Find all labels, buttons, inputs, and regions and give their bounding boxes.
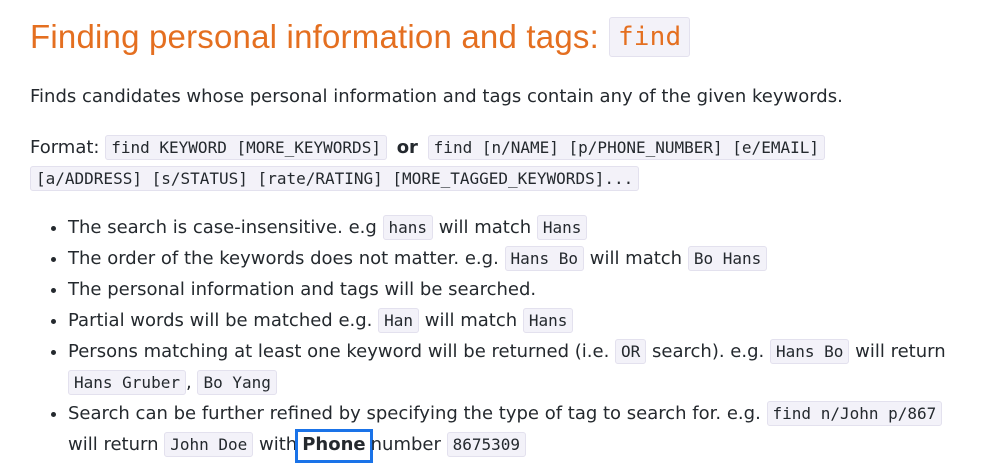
bullet-text: Persons matching at least one keyword wi… bbox=[68, 341, 610, 362]
format-code-1: find KEYWORD [MORE_KEYWORDS] bbox=[105, 135, 387, 160]
inline-code: Bo Yang bbox=[197, 370, 277, 395]
list-item: Persons matching at least one keyword wi… bbox=[68, 336, 948, 398]
inline-code: find n/John p/867 bbox=[766, 401, 943, 426]
description: Finds candidates whose personal informat… bbox=[30, 86, 843, 107]
list-item: The personal information and tags will b… bbox=[68, 274, 948, 305]
list-item: Search can be further refined by specify… bbox=[68, 398, 948, 463]
bullet-text: will return bbox=[68, 434, 159, 455]
list-item: The order of the keywords does not matte… bbox=[68, 243, 948, 274]
highlighted-word: Phone bbox=[295, 429, 373, 463]
inline-code: Hans bbox=[536, 215, 588, 240]
bullet-text: with bbox=[259, 434, 298, 455]
bullet-text: The search is case-insensitive. e.g bbox=[68, 217, 377, 238]
bullet-text: will match bbox=[424, 310, 518, 331]
inline-code: 8675309 bbox=[446, 432, 527, 457]
section-heading: Finding personal information and tags: f… bbox=[30, 17, 691, 57]
list-item: Partial words will be matched e.g. Han w… bbox=[68, 305, 948, 336]
heading-text: Finding personal information and tags: bbox=[30, 18, 599, 55]
format-or: or bbox=[396, 137, 418, 158]
inline-code: Hans Bo bbox=[504, 246, 584, 271]
bullet-text: will match bbox=[438, 217, 532, 238]
format-code-2a: find [n/NAME] [p/PHONE_NUMBER] [e/EMAIL] bbox=[427, 135, 825, 160]
bullet-text: The order of the keywords does not matte… bbox=[68, 248, 499, 269]
bullet-text: search). e.g. bbox=[652, 341, 765, 362]
inline-code: Hans Bo bbox=[769, 339, 850, 364]
inline-code: Hans bbox=[522, 308, 574, 333]
bullet-text: will match bbox=[589, 248, 683, 269]
bullet-text: will return bbox=[855, 341, 946, 362]
inline-code: Han bbox=[378, 308, 420, 333]
inline-code: Hans Gruber bbox=[68, 370, 186, 395]
inline-code: OR bbox=[615, 339, 647, 364]
bullet-list: The search is case-insensitive. e.g hans… bbox=[30, 212, 948, 463]
list-item: The search is case-insensitive. e.g hans… bbox=[68, 212, 948, 243]
format-line: Format: find KEYWORD [MORE_KEYWORDS] or … bbox=[30, 132, 930, 194]
bullet-text: The personal information and tags will b… bbox=[68, 279, 537, 300]
bullet-text: Search can be further refined by specify… bbox=[68, 403, 761, 424]
bullet-text: , bbox=[185, 372, 192, 393]
inline-code: Bo Hans bbox=[687, 246, 768, 271]
inline-code: John Doe bbox=[164, 432, 254, 457]
inline-code: hans bbox=[382, 215, 434, 240]
format-label: Format: bbox=[30, 137, 100, 158]
bullet-text: Partial words will be matched e.g. bbox=[68, 310, 373, 331]
bullet-text: number bbox=[370, 434, 441, 455]
format-code-2b: [a/ADDRESS] [s/STATUS] [rate/RATING] [MO… bbox=[30, 166, 640, 191]
heading-code: find bbox=[608, 17, 691, 57]
